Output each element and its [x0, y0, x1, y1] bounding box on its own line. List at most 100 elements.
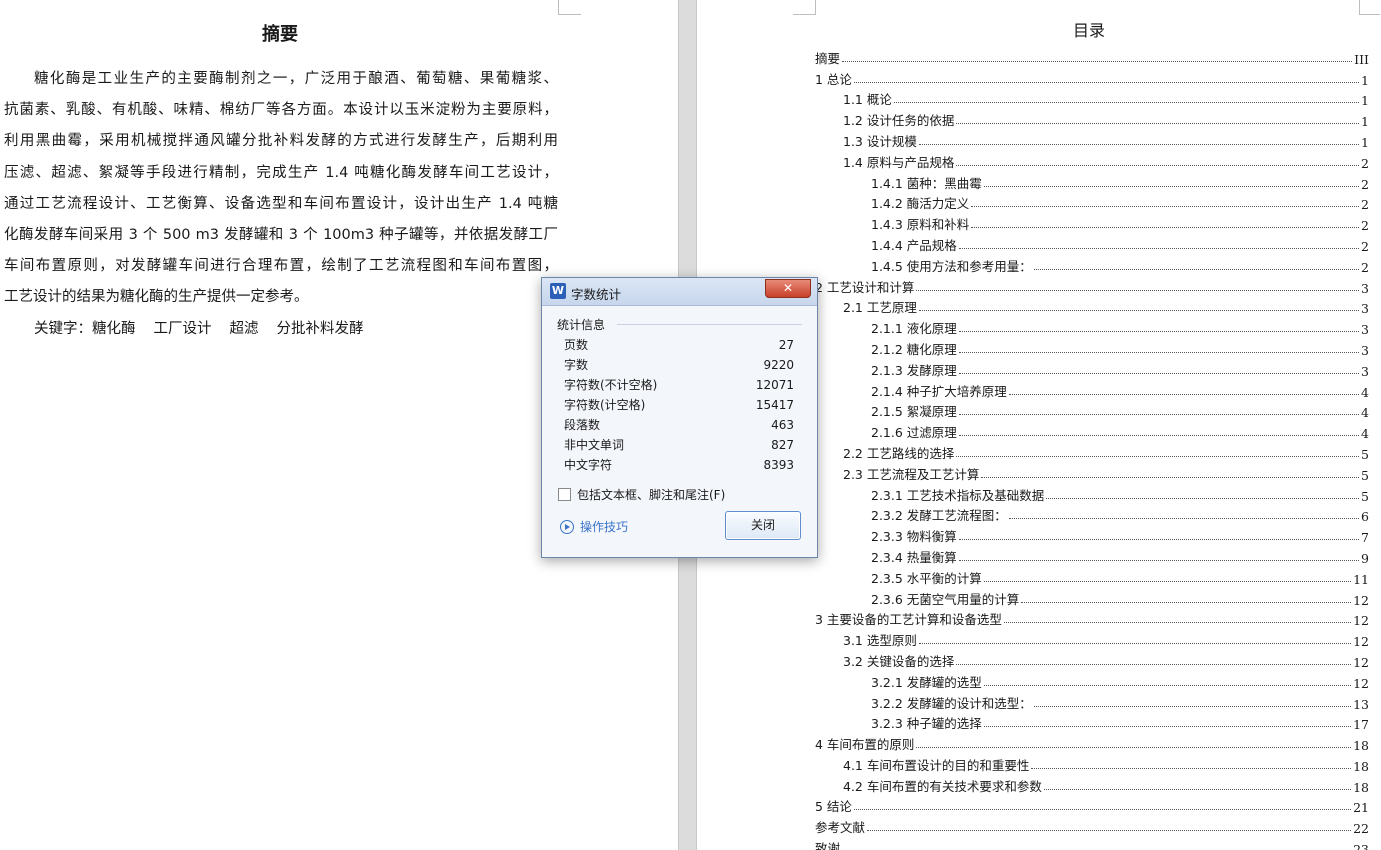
toc-entry-text: 3 主要设备的工艺计算和设备选型 — [815, 612, 1002, 628]
keyword: 分批补料发酵 — [276, 320, 364, 337]
toc-entry[interactable]: 1.4.5 使用方法和参考用量： 2 — [815, 254, 1369, 275]
toc-entry[interactable]: 1.2 设计任务的依据 1 — [815, 108, 1369, 129]
toc-entry-page: 18 — [1353, 758, 1369, 774]
toc-entry-page: 23 — [1353, 842, 1369, 850]
toc-entry[interactable]: 2.1.5 絮凝原理 4 — [815, 400, 1369, 420]
toc-entry[interactable]: 参考文献 22 — [815, 815, 1369, 836]
toc-entry[interactable]: 1.4.2 酶活力定义 2 — [815, 192, 1369, 213]
toc-entry-page: 3 — [1361, 342, 1369, 358]
toc-entry[interactable]: 3.1 选型原则 12 — [815, 628, 1369, 649]
toc-entry[interactable]: 2.1.4 种子扩大培养原理 4 — [815, 379, 1369, 400]
dialog-titlebar[interactable]: W 字数统计 ✕ — [542, 278, 817, 306]
toc-entry-text: 2.3.2 发酵工艺流程图： — [871, 508, 1007, 524]
toc-entry-page: 12 — [1353, 654, 1369, 670]
table-of-contents: 摘要 III 1 总论 1 1.1 概论 1 1.2 设计任务的依据 1 1.3 设计规模 1 1.… — [815, 46, 1369, 850]
close-button[interactable]: 关闭 — [725, 511, 801, 540]
page-corner-mark — [793, 0, 816, 15]
toc-entry-page: 1 — [1361, 72, 1369, 88]
toc-entry[interactable]: 2.3.3 物料衡算 7 — [815, 524, 1369, 545]
abstract-line: 工艺设计的结果为糖化酶的生产提供一定参考。 — [4, 289, 309, 306]
toc-entry-page: 18 — [1353, 738, 1369, 754]
keywords-label: 关键字： — [34, 320, 92, 337]
toc-leader-dots — [1008, 518, 1360, 520]
checkbox-label: 包括文本框、脚注和尾注(F) — [577, 488, 726, 502]
toc-entry[interactable]: 1.4.3 原料和补料 2 — [815, 212, 1369, 233]
toc-leader-dots — [867, 830, 1352, 832]
toc-leader-dots — [1021, 601, 1352, 603]
toc-entry[interactable]: 1.3 设计规模 1 — [815, 129, 1369, 150]
close-icon[interactable]: ✕ — [765, 279, 811, 298]
toc-entry[interactable]: 2.2 工艺路线的选择 5 — [815, 441, 1369, 462]
toc-leader-dots — [1031, 767, 1352, 769]
toc-entry[interactable]: 1.1 概论 1 — [815, 88, 1369, 108]
stat-value: 827 — [771, 438, 794, 452]
toc-entry-page: 4 — [1361, 426, 1369, 442]
stat-label: 字符数(不计空格) — [564, 378, 658, 392]
toc-entry-page: 18 — [1353, 779, 1369, 795]
toc-entry[interactable]: 5 结论 21 — [815, 795, 1369, 815]
toc-entry[interactable]: 1.4.1 菌种：黑曲霉 2 — [815, 171, 1369, 192]
toc-leader-dots — [958, 351, 1360, 353]
toc-entry-text: 1.4.5 使用方法和参考用量： — [871, 258, 1032, 274]
toc-entry-page: 2 — [1361, 197, 1369, 213]
stats-group-label: 统计信息 — [557, 318, 606, 332]
toc-entry[interactable]: 3 主要设备的工艺计算和设备选型 12 — [815, 608, 1369, 629]
word-count-dialog: W 字数统计 ✕ 统计信息 页数 27 字数 9220 字符数(不计空格) 12071 字符… — [541, 277, 818, 558]
toc-title: 目录 — [1072, 21, 1105, 40]
toc-entry-page: 5 — [1361, 467, 1369, 483]
toc-leader-dots — [918, 143, 1360, 145]
toc-entry[interactable]: 3.2.3 种子罐的选择 17 — [815, 712, 1369, 732]
group-divider — [617, 324, 802, 325]
toc-entry[interactable]: 1.4.4 产品规格 2 — [815, 233, 1369, 254]
toc-entry[interactable]: 2.3.5 水平衡的计算 11 — [815, 566, 1369, 587]
toc-leader-dots — [853, 81, 1360, 83]
toc-entry-page: 2 — [1361, 176, 1369, 192]
toc-leader-dots — [916, 289, 1360, 291]
toc-entry-text: 2.1.6 过滤原理 — [871, 425, 957, 441]
toc-entry[interactable]: 3.2.1 发酵罐的选型 12 — [815, 670, 1369, 691]
toc-entry[interactable]: 2.1.2 糖化原理 3 — [815, 337, 1369, 358]
include-textbox-checkbox-row[interactable]: 包括文本框、脚注和尾注(F) — [558, 486, 725, 503]
toc-leader-dots — [1033, 268, 1360, 270]
toc-entry[interactable]: 摘要 III — [815, 46, 1369, 67]
toc-entry[interactable]: 4.2 车间布置的有关技术要求和参数 18 — [815, 774, 1369, 795]
toc-leader-dots — [983, 726, 1352, 728]
toc-entry-text: 1 总论 — [815, 71, 852, 87]
toc-entry[interactable]: 4 车间布置的原则 18 — [815, 732, 1369, 753]
toc-leader-dots — [1008, 393, 1360, 395]
stat-value: 12071 — [755, 378, 794, 392]
toc-entry[interactable]: 1.4 原料与产品规格 2 — [815, 150, 1369, 171]
toc-entry-text: 1.3 设计规模 — [843, 133, 917, 149]
abstract-line: 压滤、超滤、絮凝等手段进行精制，完成生产 1.4 吨糖化酶发酵车间工艺设计， — [4, 164, 558, 181]
toc-entry[interactable]: 2 工艺设计和计算 3 — [815, 275, 1369, 296]
toc-entry[interactable]: 2.3 工艺流程及工艺计算 5 — [815, 462, 1369, 483]
abstract-line: 化酶发酵车间采用 3 个 500 m3 发酵罐和 3 个 100m3 种子罐等，… — [4, 226, 558, 243]
toc-entry-text: 1.1 概论 — [843, 92, 892, 108]
toc-entry[interactable]: 3.2 关键设备的选择 12 — [815, 649, 1369, 670]
stat-label: 字数 — [564, 358, 589, 372]
toc-entry-text: 致谢 — [815, 841, 841, 850]
toc-leader-dots — [918, 310, 1360, 312]
toc-entry[interactable]: 2.3.6 无菌空气用量的计算 12 — [815, 587, 1369, 608]
toc-entry[interactable]: 2.3.4 热量衡算 9 — [815, 545, 1369, 566]
toc-entry[interactable]: 致谢 23 — [815, 836, 1369, 850]
toc-entry-text: 2.3.4 热量衡算 — [871, 549, 957, 565]
stat-label: 非中文单词 — [564, 438, 625, 452]
toc-entry[interactable]: 4.1 车间布置设计的目的和重要性 18 — [815, 753, 1369, 774]
tips-link[interactable]: 操作技巧 — [560, 518, 628, 535]
toc-entry[interactable]: 2.1.3 发酵原理 3 — [815, 358, 1369, 379]
toc-entry[interactable]: 3.2.2 发酵罐的设计和选型： 13 — [815, 691, 1369, 712]
toc-entry[interactable]: 2.1 工艺原理 3 — [815, 296, 1369, 317]
toc-entry-page: 12 — [1353, 613, 1369, 629]
toc-entry[interactable]: 2.1.6 过滤原理 4 — [815, 420, 1369, 441]
toc-entry[interactable]: 2.3.2 发酵工艺流程图： 6 — [815, 504, 1369, 524]
toc-entry[interactable]: 2.1.1 液化原理 3 — [815, 316, 1369, 337]
toc-leader-dots — [956, 663, 1352, 665]
include-textbox-checkbox[interactable] — [558, 488, 571, 501]
toc-entry-page: 3 — [1361, 301, 1369, 317]
toc-entry[interactable]: 2.3.1 工艺技术指标及基础数据 5 — [815, 483, 1369, 504]
stat-row: 字符数(不计空格) 12071 — [564, 375, 794, 395]
toc-entry[interactable]: 1 总论 1 — [815, 67, 1369, 88]
stat-value: 15417 — [755, 398, 794, 412]
abstract-line: 糖化酶是工业生产的主要酶制剂之一，广泛用于酿酒、葡萄糖、果葡糖浆、 — [34, 71, 558, 87]
